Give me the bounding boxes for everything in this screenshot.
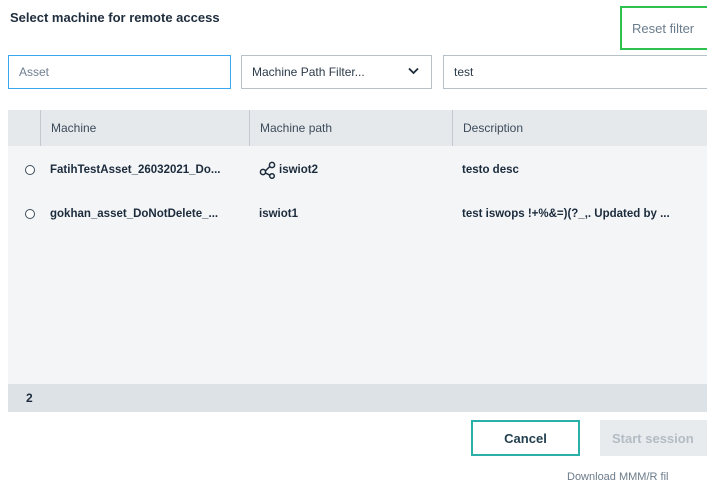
dialog-title: Select machine for remote access [10, 10, 220, 25]
machine-path-cell: iswiot1 [259, 208, 298, 220]
row-select-radio[interactable] [25, 209, 35, 219]
machine-path-cell: iswiot2 [279, 164, 318, 176]
share-network-icon [259, 161, 277, 184]
search-input[interactable] [443, 55, 707, 89]
row-select-radio[interactable] [25, 165, 35, 175]
table-footer: 2 [8, 384, 707, 412]
asset-filter-input[interactable] [8, 55, 231, 89]
header-description[interactable]: Description [452, 110, 707, 146]
cancel-button[interactable]: Cancel [471, 420, 580, 456]
row-count: 2 [26, 391, 33, 405]
table-header: Machine Machine path Description [8, 110, 707, 146]
description-cell: testo desc [462, 164, 519, 176]
table-row[interactable]: FatihTestAsset_26032021_Do... iswiot2 te… [8, 148, 707, 192]
machine-path-filter-label: Machine Path Filter... [252, 65, 365, 79]
header-machine[interactable]: Machine [40, 110, 249, 146]
reset-filter-button[interactable]: Reset filter [620, 6, 707, 50]
machine-cell: gokhan_asset_DoNotDelete_... [50, 208, 219, 220]
description-cell: test iswops !+%&=)(?_,. Updated by ... [462, 208, 670, 220]
machine-table: Machine Machine path Description FatihTe… [8, 110, 707, 412]
download-link[interactable]: Download MMM/R fil [567, 471, 668, 483]
table-row[interactable]: gokhan_asset_DoNotDelete_... iswiot1 tes… [8, 192, 707, 236]
header-machine-path[interactable]: Machine path [249, 110, 452, 146]
chevron-down-icon [408, 66, 419, 78]
machine-path-filter-dropdown[interactable]: Machine Path Filter... [241, 55, 432, 89]
start-session-button[interactable]: Start session [600, 420, 707, 456]
machine-cell: FatihTestAsset_26032021_Do... [50, 164, 221, 176]
header-select-column [8, 110, 40, 146]
